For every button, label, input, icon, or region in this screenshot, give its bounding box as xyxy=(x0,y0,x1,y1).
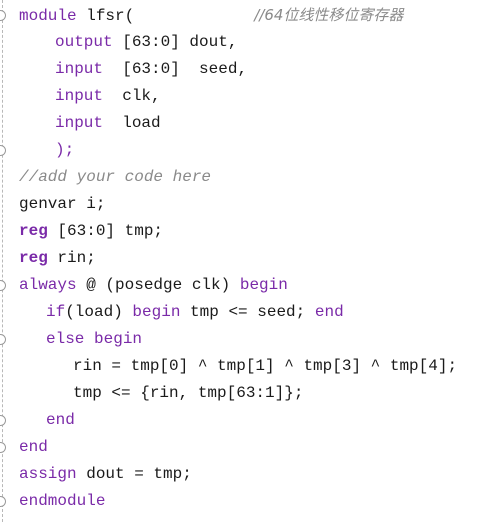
code-text-span: load xyxy=(103,114,161,132)
code-text-span: (load) xyxy=(65,303,133,321)
code-text-span xyxy=(84,330,94,348)
keyword: reg xyxy=(19,222,48,240)
keyword: end xyxy=(19,438,48,456)
comment: //add your code here xyxy=(19,168,212,186)
code-text-span: tmp <= {rin, tmp[63:1]}; xyxy=(73,384,304,402)
code-line: input clk, xyxy=(19,83,457,110)
code-line: module lfsr( //64位线性移位寄存器 xyxy=(19,2,457,29)
code-line: always @ (posedge clk) begin xyxy=(19,272,457,299)
keyword: assign xyxy=(19,465,77,483)
code-line: genvar i; xyxy=(19,191,457,218)
code-text-span: [63:0] seed, xyxy=(103,60,248,78)
keyword: endmodule xyxy=(19,492,106,510)
code-line: end xyxy=(19,407,457,434)
code-line: end xyxy=(19,434,457,461)
keyword: end xyxy=(314,303,344,321)
code-line: tmp <= {rin, tmp[63:1]}; xyxy=(19,380,457,407)
punctuation: ); xyxy=(55,141,75,159)
code-line: //add your code here xyxy=(19,164,457,191)
keyword: else xyxy=(46,330,85,348)
code-text[interactable]: module lfsr( //64位线性移位寄存器 output [63:0] d… xyxy=(19,2,457,515)
code-text-span: dout = tmp; xyxy=(76,465,192,483)
keyword: input xyxy=(55,87,104,105)
keyword: output xyxy=(55,33,113,51)
keyword: begin xyxy=(239,276,288,294)
code-line: ); xyxy=(19,137,457,164)
keyword: input xyxy=(55,60,104,78)
code-text-span: rin; xyxy=(47,249,96,267)
code-text-span: tmp <= seed; xyxy=(180,303,315,321)
fold-marker-icon[interactable] xyxy=(0,442,6,453)
code-text-span: [63:0] tmp; xyxy=(47,222,164,240)
code-line: output [63:0] dout, xyxy=(19,29,457,56)
code-text-span: genvar i; xyxy=(19,195,106,213)
fold-marker-icon[interactable] xyxy=(0,280,6,291)
keyword: begin xyxy=(94,330,143,348)
code-line: input [63:0] seed, xyxy=(19,56,457,83)
fold-marker-icon[interactable] xyxy=(0,145,6,156)
keyword: end xyxy=(46,411,75,429)
fold-marker-icon[interactable] xyxy=(0,415,6,426)
keyword: input xyxy=(55,114,104,132)
code-text-span: @ (posedge clk) xyxy=(76,276,240,294)
code-line: reg rin; xyxy=(19,245,457,272)
code-line: reg [63:0] tmp; xyxy=(19,218,457,245)
keyword: reg xyxy=(19,249,48,267)
fold-marker-icon[interactable] xyxy=(0,334,6,345)
identifier: lfsr( xyxy=(76,7,135,25)
code-text-span: clk, xyxy=(103,87,161,105)
keyword: always xyxy=(19,276,77,294)
code-line: else begin xyxy=(19,326,457,353)
fold-marker-icon[interactable] xyxy=(0,496,6,507)
keyword: if xyxy=(46,303,66,321)
code-line: assign dout = tmp; xyxy=(19,461,457,488)
code-text-span: [63:0] dout, xyxy=(112,33,238,51)
fold-marker-icon[interactable] xyxy=(0,10,6,21)
keyword: module xyxy=(19,7,77,25)
comment: //64位线性移位寄存器 xyxy=(254,6,404,24)
code-line: rin = tmp[0] ^ tmp[1] ^ tmp[3] ^ tmp[4]; xyxy=(19,353,457,380)
code-line: if(load) begin tmp <= seed; end xyxy=(19,299,457,326)
code-line: endmodule xyxy=(19,488,457,515)
code-editor[interactable]: module lfsr( //64位线性移位寄存器 output [63:0] d… xyxy=(0,0,477,522)
code-line: input load xyxy=(19,110,457,137)
code-text-span: rin = tmp[0] ^ tmp[1] ^ tmp[3] ^ tmp[4]; xyxy=(73,357,458,375)
keyword: begin xyxy=(132,303,181,321)
fold-gutter xyxy=(0,0,14,522)
